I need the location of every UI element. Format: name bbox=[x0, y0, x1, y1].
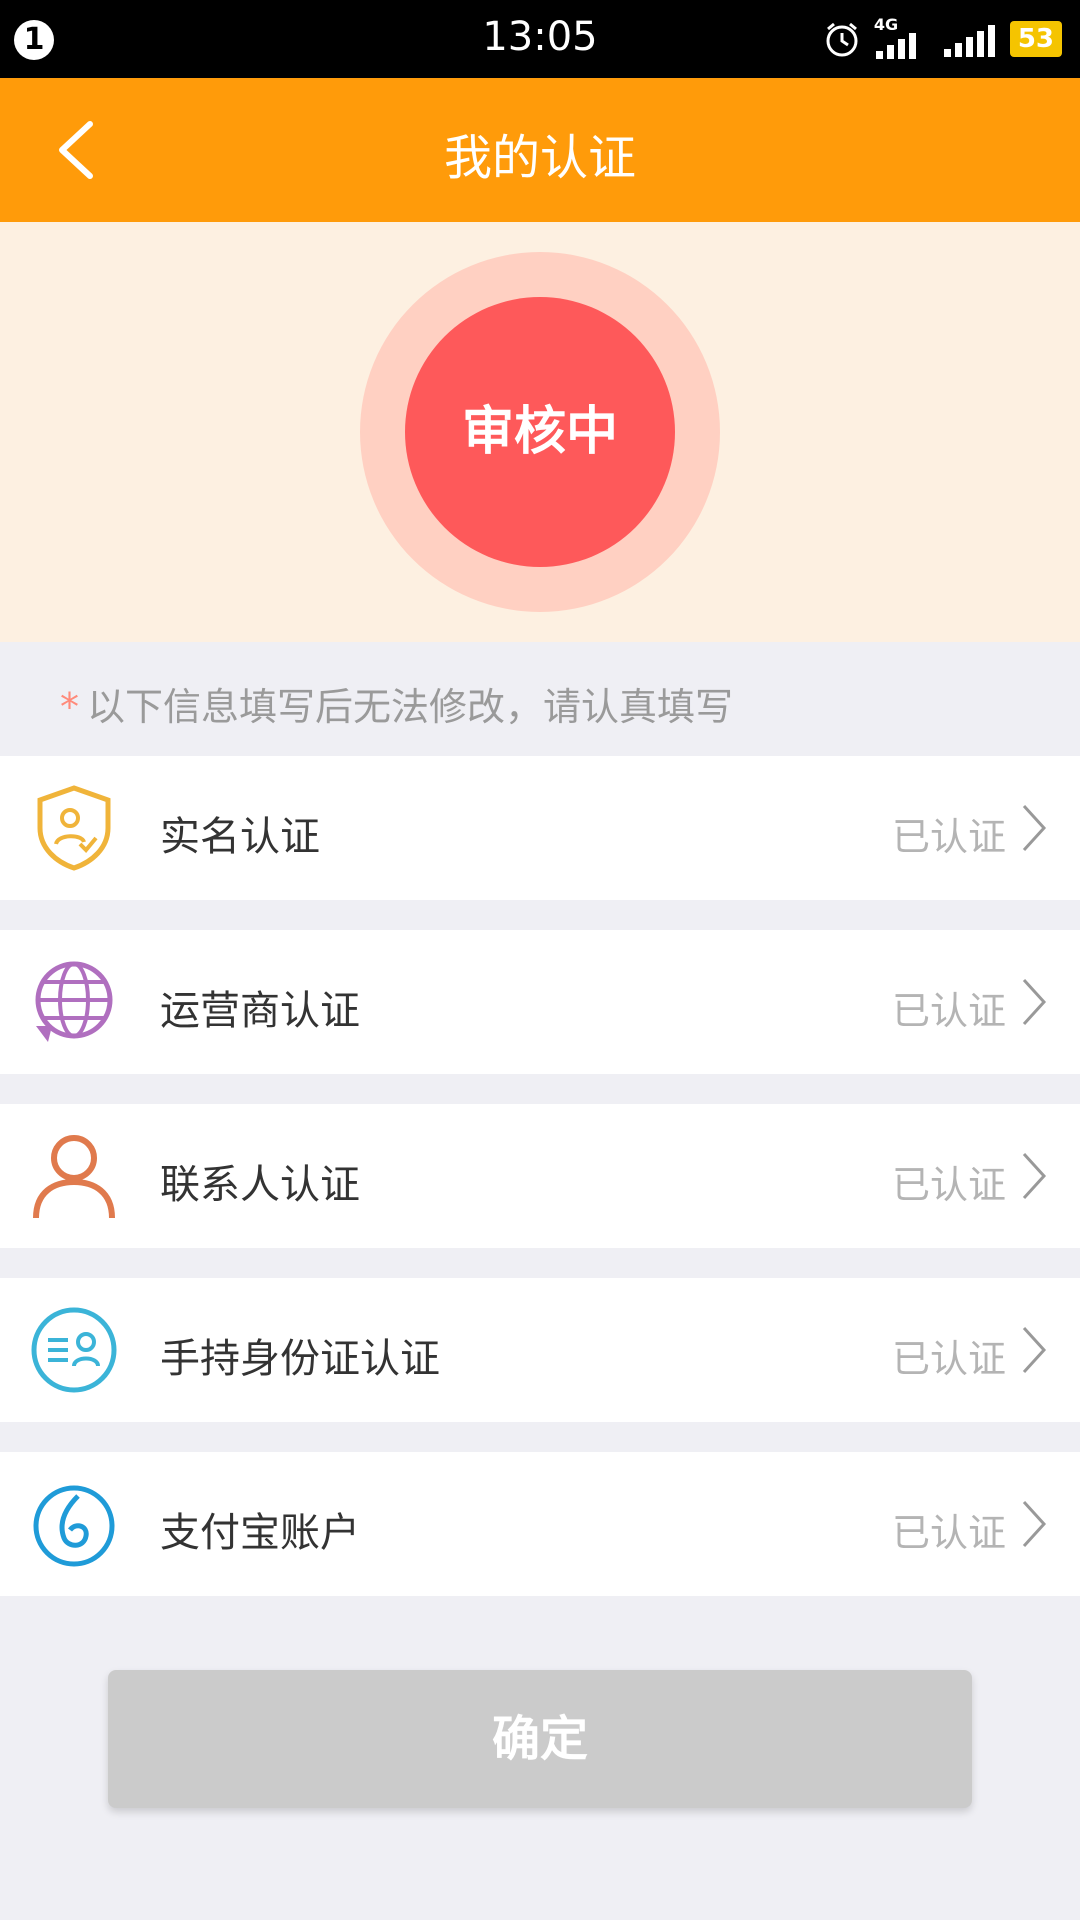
verification-status-panel: 审核中 bbox=[0, 222, 1080, 642]
chevron-right-icon bbox=[1022, 978, 1047, 1026]
list-item-handheld-id[interactable]: 手持身份证认证 已认证 bbox=[0, 1278, 1080, 1422]
globe-sync-icon bbox=[35, 961, 113, 1042]
app-bar: 我的认证 bbox=[0, 78, 1080, 222]
status-bar: 1 13:05 4G 53 bbox=[0, 0, 1080, 78]
chevron-right-icon bbox=[1022, 804, 1047, 852]
signal-icon bbox=[943, 25, 995, 57]
list-item-alipay[interactable]: 支付宝账户 已认证 bbox=[0, 1452, 1080, 1596]
required-star: * bbox=[60, 685, 79, 729]
shield-id-icon bbox=[37, 785, 111, 871]
chevron-right-icon bbox=[1022, 1326, 1047, 1374]
status-icons: 4G 53 bbox=[822, 14, 1062, 64]
item-status: 已认证 bbox=[891, 815, 1006, 859]
item-status: 已认证 bbox=[891, 1337, 1006, 1381]
item-label: 运营商认证 bbox=[160, 988, 360, 1034]
item-label: 手持身份证认证 bbox=[160, 1336, 440, 1382]
battery-indicator: 53 bbox=[1009, 21, 1062, 57]
list-item-real-name[interactable]: 实名认证 已认证 bbox=[0, 756, 1080, 900]
notice-text: 以下信息填写后无法修改，请认真填写 bbox=[87, 685, 734, 729]
status-badge: 审核中 bbox=[405, 297, 675, 567]
confirm-button[interactable]: 确定 bbox=[108, 1670, 972, 1808]
item-status: 已认证 bbox=[891, 989, 1006, 1033]
notice-text-row: * 以下信息填写后无法修改，请认真填写 bbox=[60, 676, 733, 731]
chevron-right-icon bbox=[1022, 1500, 1047, 1548]
signal-4g-icon: 4G bbox=[874, 15, 930, 59]
page-title: 我的认证 bbox=[443, 130, 636, 186]
item-status: 已认证 bbox=[891, 1163, 1006, 1207]
item-status: 已认证 bbox=[891, 1511, 1006, 1555]
item-label: 联系人认证 bbox=[160, 1162, 360, 1208]
item-label: 实名认证 bbox=[160, 814, 320, 860]
alarm-icon bbox=[826, 22, 858, 57]
chevron-right-icon bbox=[1022, 1152, 1047, 1200]
id-card-icon bbox=[31, 1307, 117, 1393]
list-item-carrier[interactable]: 运营商认证 已认证 bbox=[0, 930, 1080, 1074]
item-label: 支付宝账户 bbox=[160, 1510, 360, 1556]
list-item-contacts[interactable]: 联系人认证 已认证 bbox=[0, 1104, 1080, 1248]
person-icon bbox=[33, 1135, 115, 1219]
alipay-icon bbox=[33, 1485, 115, 1567]
